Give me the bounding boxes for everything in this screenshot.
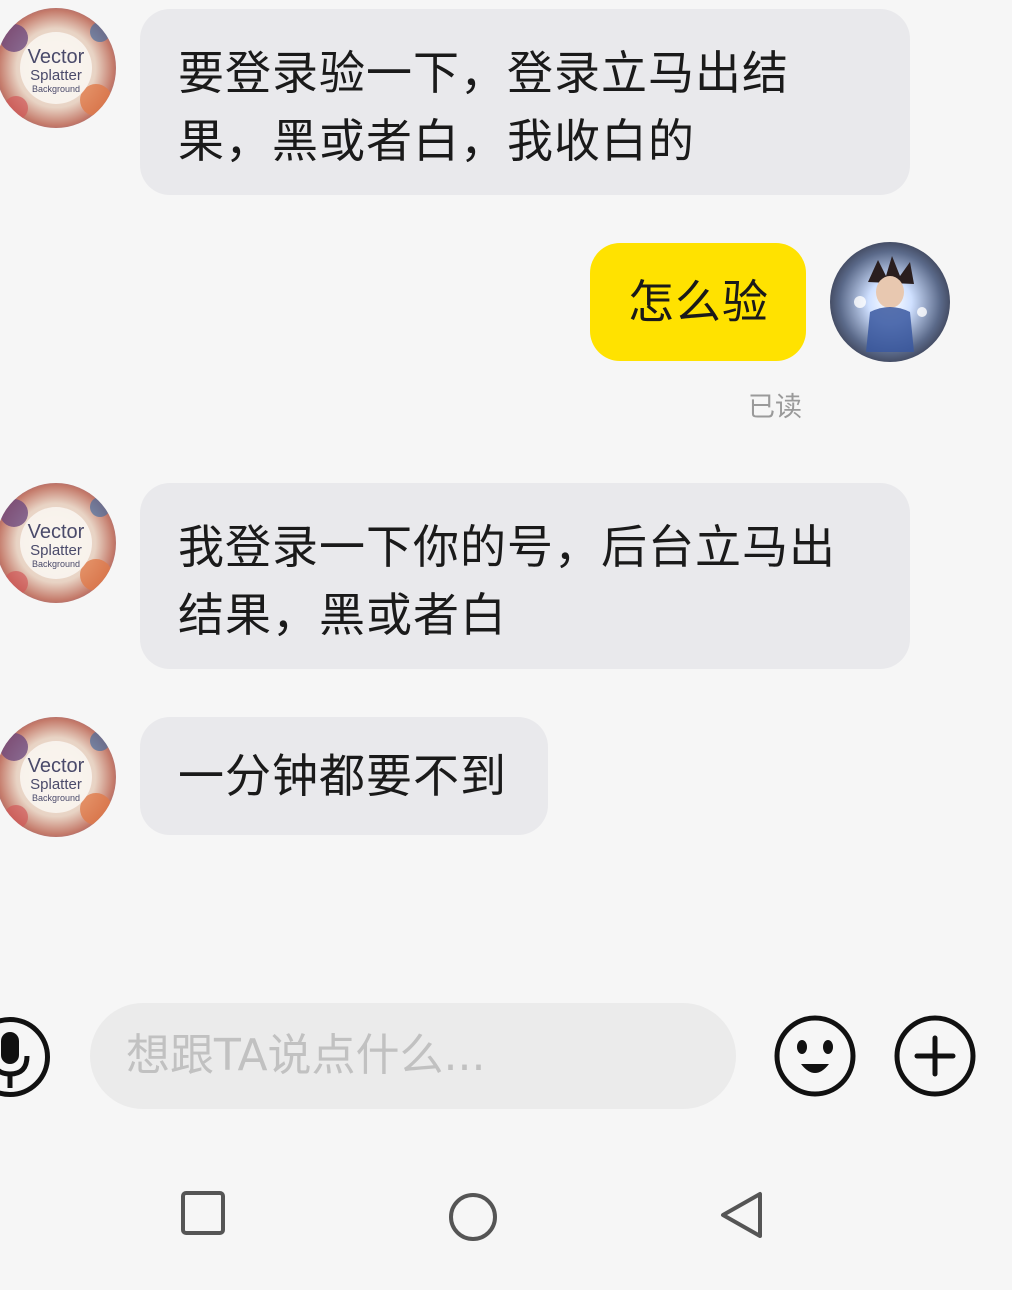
svg-text:Vector: Vector (28, 755, 85, 777)
system-navigation-bar (0, 1140, 1012, 1290)
emoji-button[interactable] (773, 1014, 857, 1098)
contact-avatar[interactable]: Vector Splatter Background (0, 483, 116, 603)
self-avatar[interactable] (830, 242, 950, 362)
svg-text:Background: Background (32, 559, 80, 569)
splatter-avatar-image: Vector Splatter Background (0, 717, 116, 837)
message-bubble-outgoing[interactable]: 怎么验 (590, 243, 806, 361)
message-bubble-incoming[interactable]: 一分钟都要不到 (140, 717, 548, 835)
message-line: 结果，黑或者白 (178, 588, 507, 642)
svg-text:Splatter: Splatter (30, 776, 82, 793)
svg-text:Splatter: Splatter (30, 67, 82, 84)
microphone-icon (0, 1032, 30, 1088)
recent-apps-icon (181, 1191, 225, 1235)
message-line: 要登录验一下，登录立马出结 (178, 46, 789, 100)
character-avatar-image (830, 242, 950, 362)
contact-avatar[interactable]: Vector Splatter Background (0, 8, 116, 128)
message-line: 怎么验 (628, 275, 769, 329)
read-status: 已读 (748, 392, 802, 423)
message-line: 我登录一下你的号，后台立马出 (178, 520, 836, 574)
emoji-icon (774, 1015, 856, 1097)
message-input[interactable]: 想跟TA说点什么... (90, 1003, 736, 1109)
svg-text:Background: Background (32, 84, 80, 94)
svg-text:Vector: Vector (28, 521, 85, 543)
message-bubble-incoming[interactable]: 要登录验一下，登录立马出结 果，黑或者白，我收白的 (140, 9, 910, 195)
message-line: 一分钟都要不到 (178, 749, 507, 803)
splatter-avatar-image: Vector Splatter Background (0, 483, 116, 603)
splatter-avatar-image: Vector Splatter Background (0, 8, 116, 128)
home-icon (449, 1193, 497, 1241)
back-button[interactable] (718, 1190, 764, 1244)
message-bubble-incoming[interactable]: 我登录一下你的号，后台立马出 结果，黑或者白 (140, 483, 910, 669)
contact-avatar[interactable]: Vector Splatter Background (0, 717, 116, 837)
message-line: 果，黑或者白，我收白的 (178, 114, 695, 168)
recent-apps-button[interactable] (180, 1190, 226, 1240)
svg-text:Background: Background (32, 793, 80, 803)
svg-text:Splatter: Splatter (30, 542, 82, 559)
svg-text:Vector: Vector (28, 46, 85, 68)
home-button[interactable] (448, 1192, 498, 1246)
chat-thread: Vector Splatter Background 要登录验一下，登录立马出结… (0, 0, 1012, 990)
plus-icon (894, 1015, 976, 1097)
back-icon (721, 1192, 762, 1238)
add-attachment-button[interactable] (893, 1014, 977, 1098)
